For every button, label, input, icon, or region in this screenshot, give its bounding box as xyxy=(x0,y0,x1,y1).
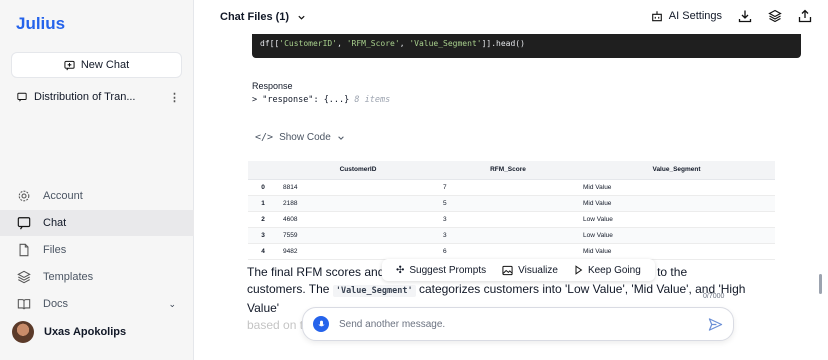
sidebar-item-label: Account xyxy=(43,190,83,202)
sidebar-item-files[interactable]: Files xyxy=(0,237,194,263)
app-logo[interactable]: Julius xyxy=(16,14,65,34)
top-bar: Chat Files (1) AI Settings xyxy=(195,0,828,36)
scrollbar[interactable] xyxy=(819,274,822,294)
ai-settings-button[interactable]: AI Settings xyxy=(651,10,722,22)
sidebar-item-label: Files xyxy=(43,244,67,256)
suggest-prompts-label: Suggest Prompts xyxy=(409,264,487,276)
visualize-button[interactable]: Visualize xyxy=(496,265,564,276)
sidebar-item-chat[interactable]: Chat xyxy=(0,210,194,236)
keep-going-label: Keep Going xyxy=(587,264,641,276)
new-chat-icon xyxy=(64,60,75,70)
sidebar: Julius New Chat Distribution of Tran... … xyxy=(0,0,194,360)
visualize-label: Visualize xyxy=(518,264,558,276)
more-options-icon[interactable]: ⋮ xyxy=(169,91,180,104)
chat-history-label: Distribution of Tran... xyxy=(34,91,136,103)
response-json[interactable]: > "response": {...} 8 items xyxy=(252,95,390,105)
sidebar-item-label: Docs xyxy=(43,298,69,310)
table-header: RFM_Score xyxy=(438,161,578,180)
sidebar-item-docs[interactable]: Docs ⌄ xyxy=(0,291,194,317)
play-icon xyxy=(575,265,583,275)
ai-settings-label: AI Settings xyxy=(668,10,722,22)
message-input[interactable] xyxy=(339,318,698,330)
chevron-down-icon[interactable]: ⌄ xyxy=(168,299,176,310)
layers-icon[interactable] xyxy=(768,9,782,23)
chat-bubble-icon xyxy=(17,92,27,102)
table-row: 4 9482 6 Mid Value xyxy=(248,243,775,260)
chevron-down-icon xyxy=(337,135,344,140)
show-code-toggle[interactable]: </> Show Code xyxy=(255,132,345,143)
table-header xyxy=(248,161,278,180)
send-icon[interactable] xyxy=(708,317,723,332)
sparkle-icon: ✣ xyxy=(396,264,405,276)
chevron-down-icon xyxy=(298,15,305,20)
download-icon[interactable] xyxy=(738,9,752,23)
chat-history-item[interactable]: Distribution of Tran... ⋮ xyxy=(17,88,180,106)
new-chat-button[interactable]: New Chat xyxy=(11,52,182,78)
share-icon[interactable] xyxy=(798,9,812,23)
chat-bubble-icon xyxy=(17,217,31,230)
table-header: Value_Segment xyxy=(578,161,775,180)
sidebar-item-templates[interactable]: Templates xyxy=(0,264,194,290)
character-counter: 0/7000 xyxy=(703,293,725,300)
table-row: 0 8814 7 Mid Value xyxy=(248,179,775,196)
response-label: Response xyxy=(252,81,293,91)
book-icon xyxy=(17,299,31,310)
user-profile[interactable]: Uxas Apokolips xyxy=(12,320,182,344)
new-chat-label: New Chat xyxy=(80,59,130,71)
user-name: Uxas Apokolips xyxy=(44,326,127,338)
avatar xyxy=(12,321,34,343)
sidebar-item-label: Chat xyxy=(43,217,67,229)
layers-icon xyxy=(17,270,31,284)
sidebar-item-label: Templates xyxy=(43,271,94,283)
file-icon xyxy=(19,243,29,257)
response-panel: Response > "response": {...} 8 items xyxy=(248,76,800,118)
suggest-prompts-button[interactable]: ✣ Suggest Prompts xyxy=(390,265,492,276)
data-table: CustomerID RFM_Score Value_Segment 0 881… xyxy=(248,161,775,260)
keep-going-button[interactable]: Keep Going xyxy=(568,265,647,276)
code-icon: </> xyxy=(255,132,274,143)
table-row: 1 2188 5 Mid Value xyxy=(248,195,775,212)
suggestion-bar: ✣ Suggest Prompts Visualize Keep Going xyxy=(382,259,655,281)
show-code-label: Show Code xyxy=(279,132,331,143)
sliders-icon xyxy=(651,11,662,22)
microphone-icon[interactable] xyxy=(313,316,329,332)
table-row: 2 4608 3 Low Value xyxy=(248,211,775,228)
sidebar-item-account[interactable]: Account xyxy=(0,183,194,209)
table-row: 3 7559 3 Low Value xyxy=(248,227,775,244)
image-icon xyxy=(502,265,513,275)
table-header-row: CustomerID RFM_Score Value_Segment xyxy=(248,161,775,180)
table-header: CustomerID xyxy=(278,161,438,180)
chat-files-dropdown[interactable]: Chat Files (1) xyxy=(220,11,306,23)
chat-files-title: Chat Files (1) xyxy=(220,11,290,23)
code-block: df[['CustomerID', 'RFM_Score', 'Value_Se… xyxy=(252,34,801,58)
gear-icon xyxy=(18,190,30,202)
message-composer xyxy=(302,307,734,341)
